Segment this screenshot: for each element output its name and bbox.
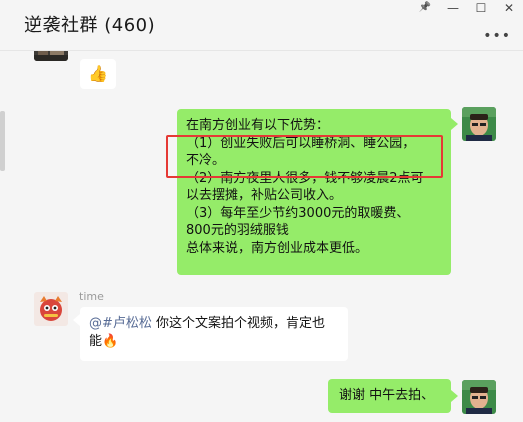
more-options-button[interactable]: ••• [483,28,511,44]
message-bubble[interactable]: 在南方创业有以下优势： （1）创业失败后可以睡桥洞、睡公园， 不冷。 （2）南方… [177,109,451,275]
message-line: 不冷。 [186,153,226,168]
message-bubble[interactable]: 👍 [80,59,116,89]
pin-icon[interactable]: 📌 [417,0,433,16]
message-line: （2）南方夜里人很多，钱不够凌晨2点可 [186,170,424,186]
chat-header: 逆袭社群 (460) 📌 — ☐ ✕ ••• [0,0,523,51]
my-avatar[interactable] [462,380,496,414]
minimize-button[interactable]: — [445,0,461,16]
message-line: 能🔥 [89,333,119,349]
message-text: 你这个文案拍个视频，肯定也 [151,316,326,331]
close-button[interactable]: ✕ [501,0,517,16]
mention-link[interactable]: @#卢松松 [89,316,152,331]
message-list[interactable]: 👍 在南方创业有以下优势： （1）创业失败后可以睡桥洞、睡公园， 不冷。 （2）… [0,51,523,422]
sender-name: time [79,290,104,303]
message-line: 以去摆摊，补贴公司收入。 [186,188,343,203]
window-controls: 📌 — ☐ ✕ [417,0,517,16]
sender-avatar[interactable] [34,292,68,326]
message-text: 谢谢 中午去拍、 [339,388,435,403]
message-line: 在南方创业有以下优势： [186,118,330,133]
bubble-tail [451,118,458,130]
my-avatar[interactable] [462,107,496,141]
member-avatar[interactable] [34,51,68,61]
bubble-tail [451,390,458,402]
maximize-button[interactable]: ☐ [473,0,489,16]
message-bubble[interactable]: 谢谢 中午去拍、 [328,379,451,413]
scrollbar[interactable] [0,111,5,171]
message-bubble[interactable]: @#卢松松 你这个文案拍个视频，肯定也 能🔥 [80,307,348,361]
bubble-tail [73,314,80,326]
message-line: 总体来说，南方创业成本更低。 [186,240,369,256]
message-line: （1）创业失败后可以睡桥洞、睡公园， [186,135,416,151]
message-line: 800元的羽绒服钱 [186,223,289,238]
chat-title: 逆袭社群 (460) [24,15,156,36]
thumbs-up-emoji: 👍 [88,64,108,83]
message-line: （3）每年至少节约3000元的取暖费、 [186,205,410,221]
